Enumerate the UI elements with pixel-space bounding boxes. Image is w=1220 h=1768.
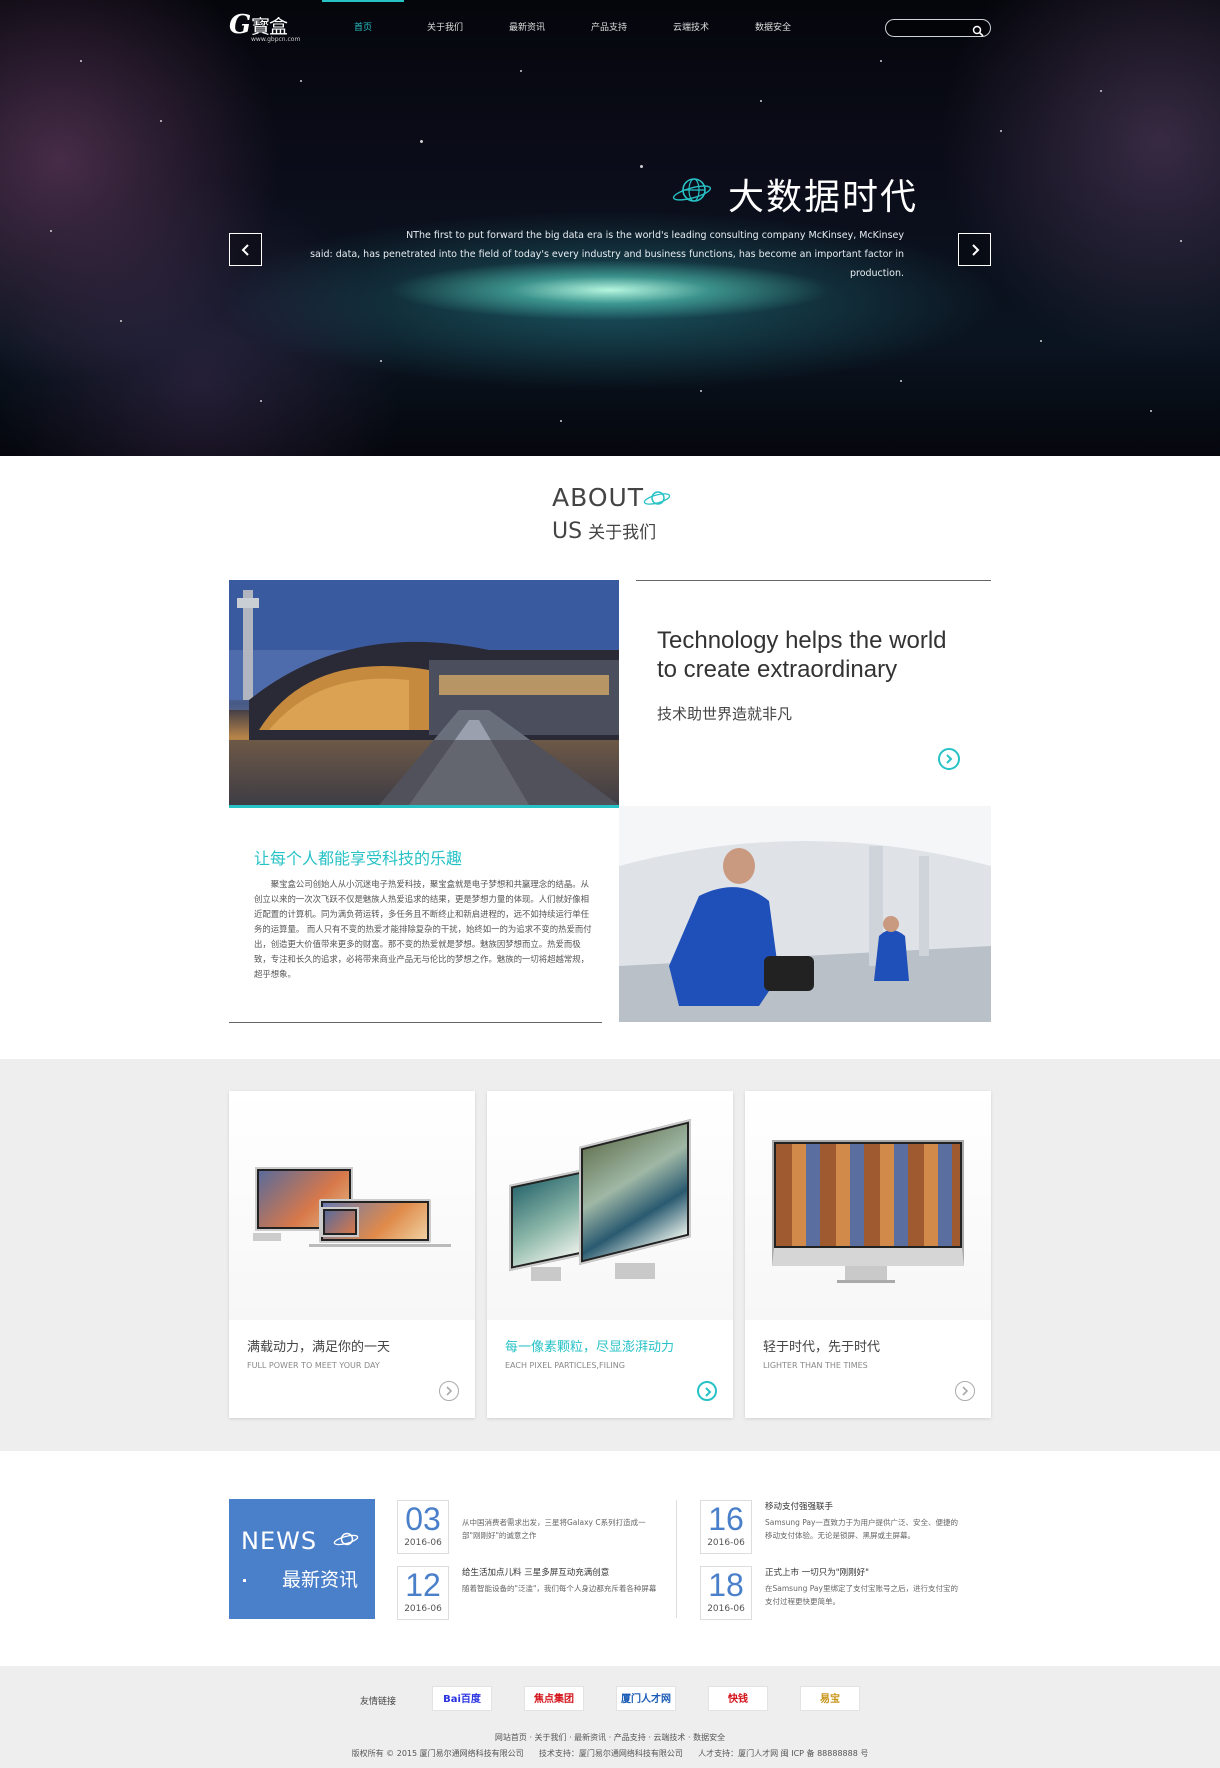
planet-icon — [642, 487, 672, 509]
about-heading-cn: 关于我们 — [588, 523, 657, 543]
slider-next-button[interactable] — [958, 233, 991, 266]
news-divider — [676, 1500, 677, 1618]
chevron-right-icon — [972, 244, 980, 256]
building-photo — [229, 580, 619, 808]
hero-text-line2: said: data, has penetrated into the fiel… — [310, 249, 904, 279]
nav-item-products[interactable]: 产品支持 — [568, 0, 650, 56]
product-image — [745, 1091, 991, 1320]
nav-item-about[interactable]: 关于我们 — [404, 0, 486, 56]
news-date: 03 2016-06 — [397, 1500, 449, 1554]
globe-icon — [672, 174, 712, 206]
about-more-button[interactable] — [938, 748, 960, 770]
news-desc: 随着智能设备的"泛滥"，我们每个人身边都充斥着各种屏幕 — [462, 1584, 657, 1593]
news-desc: Samsung Pay一直致力于为用户提供广泛、安全、便捷的移动支付体验。无论是… — [765, 1518, 958, 1540]
product-more-button[interactable] — [955, 1381, 975, 1401]
hero-title: 大数据时代 — [728, 177, 919, 218]
search-input[interactable] — [894, 24, 974, 40]
news-month: 2016-06 — [404, 1538, 442, 1548]
news-title[interactable]: 移动支付强强联手 — [765, 1500, 833, 1512]
news-item[interactable]: 03 2016-06 从中国消费者需求出发，三星将Galaxy C系列打造成一部… — [397, 1500, 657, 1558]
product-card[interactable]: 每一像素颗粒，尽显澎湃动力 EACH PIXEL PARTICLES,FILIN… — [487, 1091, 733, 1418]
news-day: 16 — [708, 1501, 744, 1537]
search-box — [885, 19, 991, 40]
product-title: 轻于时代，先于时代 — [763, 1340, 881, 1355]
slider-prev-button[interactable] — [229, 233, 262, 266]
partner-link-kuaiqian[interactable]: 快钱 — [708, 1686, 768, 1711]
arrow-right-icon — [962, 1386, 969, 1396]
nav-item-news[interactable]: 最新资讯 — [486, 0, 568, 56]
partner-link-baidu[interactable]: Bai百度 — [432, 1686, 492, 1711]
news-month: 2016-06 — [707, 1604, 745, 1614]
product-subtitle: EACH PIXEL PARTICLES,FILING — [505, 1361, 625, 1370]
footer-copyright: 版权所有 © 2015 厦门易尔通网络科技有限公司 技术支持：厦门易尔通网络科技… — [351, 1749, 869, 1758]
news-desc: 在Samsung Pay里绑定了支付宝账号之后，进行支付宝的支付过程更快更简单。 — [765, 1584, 958, 1606]
news-date: 18 2016-06 — [700, 1566, 752, 1620]
about-heading-en2: US — [552, 519, 583, 544]
arrow-right-icon — [705, 1387, 712, 1397]
about-paragraph: 聚宝盒公司创始人从小沉迷电子热爱科技，聚宝盒就是电子梦想和共赢理念的结晶。从创立… — [254, 879, 592, 979]
planet-icon — [332, 1529, 360, 1549]
nav-item-home[interactable]: 首页 — [322, 0, 404, 56]
hero-text-line1: NThe first to put forward the big data e… — [406, 230, 904, 241]
partner-link-yibao[interactable]: 易宝 — [800, 1686, 860, 1711]
product-subtitle: LIGHTER THAN THE TIMES — [763, 1361, 868, 1370]
news-date: 16 2016-06 — [700, 1500, 752, 1554]
about-tagline-cn: 技术助世界造就非凡 — [657, 705, 793, 723]
news-item[interactable]: 18 2016-06 正式上市 一切只为"刚刚好" 在Samsung Pay里绑… — [700, 1566, 960, 1624]
news-day: 12 — [405, 1567, 441, 1603]
about-tagline-panel: Technology helps the world to create ext… — [636, 580, 991, 808]
news-month: 2016-06 — [707, 1538, 745, 1548]
product-image — [229, 1091, 475, 1320]
hero-banner: G 寳盒 www.gbpcn.com 首页 关于我们 最新资讯 产品支持 云端技… — [0, 0, 1220, 456]
logo-text: 寳盒 — [251, 16, 288, 38]
product-card[interactable]: 轻于时代，先于时代 LIGHTER THAN THE TIMES — [745, 1091, 991, 1418]
top-nav: G 寳盒 www.gbpcn.com 首页 关于我们 最新资讯 产品支持 云端技… — [0, 0, 1220, 56]
news-desc: 从中国消费者需求出发，三星将Galaxy C系列打造成一部"刚刚好"的诚意之作 — [462, 1518, 646, 1540]
news-item[interactable]: 12 2016-06 给生活加点儿料 三星多屏互动充满创意 随着智能设备的"泛滥… — [397, 1566, 657, 1624]
site-logo[interactable]: G 寳盒 www.gbpcn.com — [229, 10, 301, 46]
about-tagline-en: Technology helps the world to create ext… — [657, 627, 947, 683]
arrow-right-icon — [946, 754, 953, 764]
bullet-dot — [243, 1579, 246, 1582]
news-day: 18 — [708, 1567, 744, 1603]
news-item[interactable]: 16 2016-06 移动支付强强联手 Samsung Pay一直致力于为用户提… — [700, 1500, 960, 1558]
news-heading-en: NEWS — [241, 1527, 318, 1555]
product-image — [487, 1091, 733, 1320]
about-heading: ABOUT US 关于我们 — [552, 483, 671, 544]
news-title[interactable]: 给生活加点儿料 三星多屏互动充满创意 — [462, 1566, 609, 1578]
partner-link-jiaodian[interactable]: 焦点集团 — [524, 1686, 584, 1711]
partner-link-xmrc[interactable]: 厦门人才网 — [616, 1686, 676, 1711]
about-heading-en1: ABOUT — [552, 483, 645, 512]
hero-description: NThe first to put forward the big data e… — [290, 226, 904, 283]
news-heading-cn: 最新资讯 — [282, 1569, 359, 1591]
product-more-button[interactable] — [439, 1381, 459, 1401]
product-title: 满载动力，满足你的一天 — [247, 1340, 391, 1355]
about-story: 让每个人都能享受科技的乐趣 聚宝盒公司创始人从小沉迷电子热爱科技，聚宝盒就是电子… — [229, 808, 602, 1023]
about-subtitle: 让每个人都能享受科技的乐趣 — [254, 849, 463, 868]
chevron-left-icon — [241, 244, 249, 256]
news-month: 2016-06 — [404, 1604, 442, 1614]
technician-photo — [619, 806, 991, 1022]
news-title[interactable]: 正式上市 一切只为"刚刚好" — [765, 1566, 869, 1578]
nav-item-security[interactable]: 数据安全 — [732, 0, 814, 56]
news-date: 12 2016-06 — [397, 1566, 449, 1620]
logo-url: www.gbpcn.com — [251, 36, 301, 43]
product-more-button[interactable] — [697, 1381, 717, 1401]
product-subtitle: FULL POWER TO MEET YOUR DAY — [247, 1361, 380, 1370]
logo-mark: G — [229, 10, 252, 40]
footer-nav[interactable]: 网站首页 · 关于我们 · 最新资讯 · 产品支持 · 云端技术 · 数据安全 — [0, 1732, 1220, 1743]
product-title: 每一像素颗粒，尽显澎湃动力 — [505, 1340, 675, 1355]
friend-links-label: 友情链接 — [360, 1697, 397, 1707]
site-footer: 友情链接 Bai百度 焦点集团 厦门人才网 快钱 易宝 网站首页 · 关于我们 … — [0, 1666, 1220, 1768]
main-menu: 首页 关于我们 最新资讯 产品支持 云端技术 数据安全 — [322, 0, 814, 56]
news-heading-box: NEWS 最新资讯 — [229, 1499, 375, 1619]
product-card[interactable]: 满载动力，满足你的一天 FULL POWER TO MEET YOUR DAY — [229, 1091, 475, 1418]
news-day: 03 — [405, 1501, 441, 1537]
search-icon[interactable] — [972, 22, 984, 37]
arrow-right-icon — [446, 1386, 453, 1396]
nav-item-cloud[interactable]: 云端技术 — [650, 0, 732, 56]
